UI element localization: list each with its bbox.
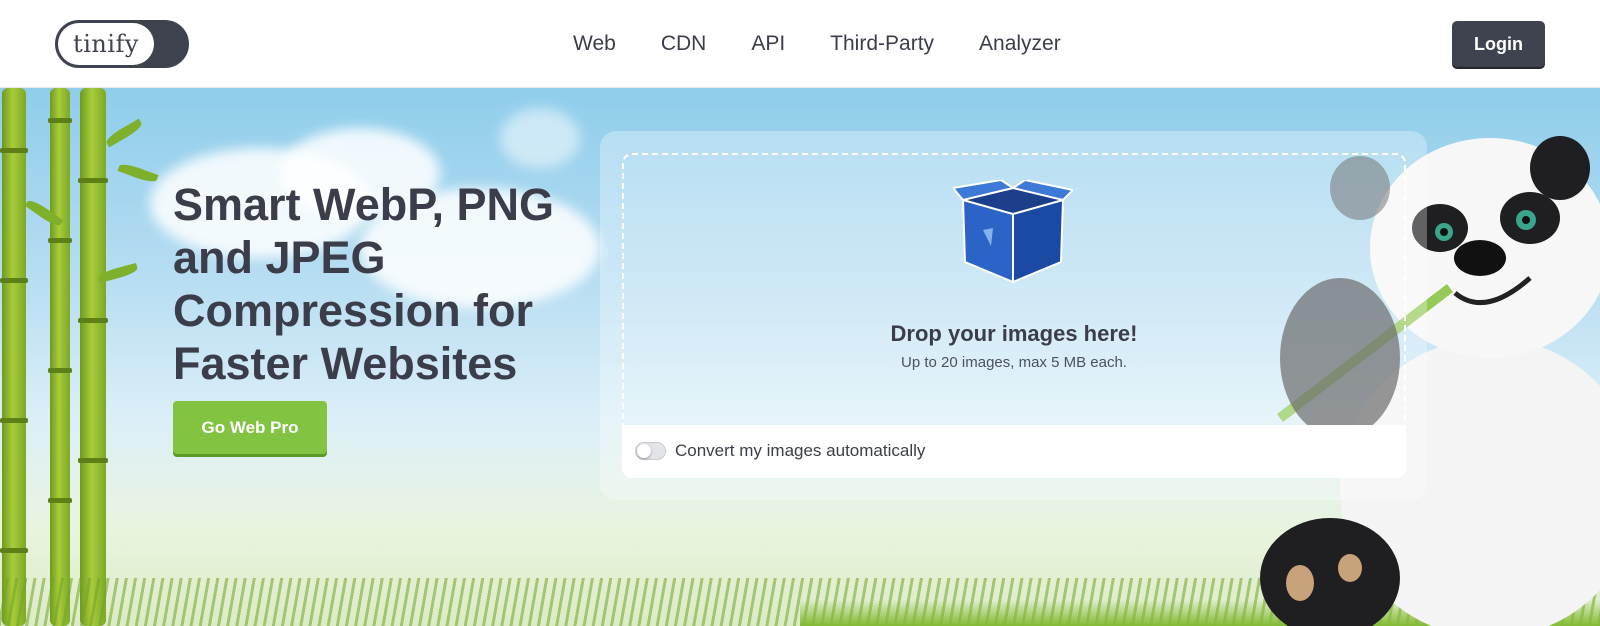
hero-headline: Smart WebP, PNG and JPEG Compression for… [173,178,593,390]
convert-label: Convert my images automatically [675,441,926,460]
nav-item-third-party[interactable]: Third-Party [830,30,934,58]
bamboo-leaf [117,161,159,185]
bamboo-leaf [104,118,144,148]
toggle-knob [637,444,651,458]
nav-item-cdn[interactable]: CDN [661,30,707,58]
go-web-pro-button[interactable]: Go Web Pro [173,401,327,454]
convert-toggle[interactable] [635,442,666,460]
headline-line: and JPEG [173,232,386,283]
tinify-logo[interactable]: tinify [55,20,189,68]
box-icon [953,180,1073,284]
convert-option-bar: Convert my images automatically [622,425,1406,478]
bamboo-stalk [0,88,28,626]
cloud-decoration [500,108,580,168]
nav-item-web[interactable]: Web [573,30,616,58]
drop-subtitle: Up to 20 images, max 5 MB each. [901,354,1127,371]
logo-text: tinify [58,23,154,65]
top-header: tinify Web CDN API Third-Party Analyzer … [0,0,1600,88]
drop-title: Drop your images here! [890,321,1138,346]
bamboo-stalk [78,88,108,626]
nav-item-api[interactable]: API [751,30,785,58]
headline-line: Faster Websites [173,338,518,389]
login-button[interactable]: Login [1452,21,1545,67]
headline-line: Smart WebP, PNG [173,179,554,230]
bamboo-stalk [48,88,72,626]
hero-section: Smart WebP, PNG and JPEG Compression for… [0,88,1600,626]
main-nav: Web CDN API Third-Party Analyzer [573,30,1106,58]
headline-line: Compression for [173,285,534,336]
nav-item-analyzer[interactable]: Analyzer [979,30,1061,58]
